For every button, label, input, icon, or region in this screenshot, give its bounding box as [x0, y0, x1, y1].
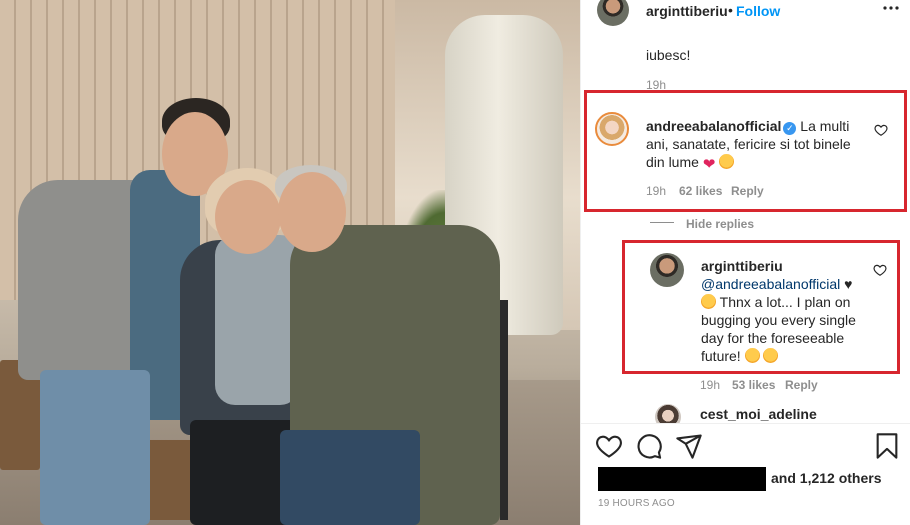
photo-umbrella-pole	[500, 300, 508, 520]
post-photo[interactable]	[0, 0, 580, 525]
header-avatar[interactable]	[597, 0, 629, 26]
comment-line-1: andreeabalanofficial ✓ La multi	[646, 117, 849, 135]
reply-text-3: bugging you every single	[701, 312, 856, 328]
hide-replies-line	[650, 222, 674, 223]
share-icon[interactable]	[675, 432, 703, 460]
actions-bar	[581, 424, 910, 472]
next-comment-username-wrap: cest_moi_adeline	[700, 405, 817, 423]
reply-text-4: day for the foreseeable	[701, 330, 845, 346]
reply-text-5: future!	[701, 348, 741, 364]
comment-likes[interactable]: 62 likes	[679, 184, 722, 198]
comment-avatar[interactable]	[595, 112, 629, 146]
reply-text-2: Thnx a lot... I plan on	[719, 294, 851, 310]
reply-line-1: @andreeabalanofficial ♥	[701, 275, 852, 293]
comment-icon[interactable]	[635, 432, 663, 460]
comment-like-heart-icon[interactable]	[874, 123, 888, 137]
reply-reply-button[interactable]: Reply	[785, 378, 818, 392]
likes-others[interactable]: and 1,212 others	[771, 470, 882, 486]
verified-icon: ✓	[783, 122, 797, 135]
comment-text-3: din lume	[646, 154, 699, 170]
heart-emoji: ❤	[702, 156, 716, 173]
comment-username[interactable]: andreeabalanofficial	[646, 118, 781, 134]
kiss-emoji	[719, 154, 735, 169]
comments-panel: arginttiberiu • Follow iubesc! 19h andre…	[580, 0, 910, 525]
heart-icon[interactable]	[595, 432, 623, 460]
tongue-emoji	[744, 348, 760, 363]
comment-line-3: din lume ❤	[646, 153, 735, 173]
reply-avatar[interactable]	[650, 253, 684, 287]
follow-separator: •	[728, 2, 733, 18]
kiss-emoji	[701, 294, 716, 309]
comment-text-2: ani, sanatate, fericire si tot binele	[646, 136, 851, 152]
reply-heart-glyph: ♥	[844, 276, 853, 292]
bookmark-icon[interactable]	[873, 432, 901, 460]
reply-line-5: future!	[701, 347, 779, 365]
follow-button[interactable]: Follow	[736, 3, 780, 19]
reply-line-2: Thnx a lot... I plan on	[701, 293, 850, 311]
comment-time[interactable]: 19h	[646, 184, 666, 198]
comment-text-1: La multi	[800, 118, 850, 134]
hide-replies-button[interactable]: Hide replies	[686, 217, 754, 231]
comment-reply-button[interactable]: Reply	[731, 184, 764, 198]
reply-time[interactable]: 19h	[700, 378, 720, 392]
reply-username: arginttiberiu	[701, 257, 783, 275]
reply-mention[interactable]: @andreeabalanofficial	[701, 276, 840, 292]
reply-likes[interactable]: 53 likes	[732, 378, 775, 392]
post-header: arginttiberiu • Follow	[581, 0, 910, 26]
post-timestamp[interactable]: 19 HOURS AGO	[598, 498, 675, 509]
reply-like-heart-icon[interactable]	[873, 263, 887, 277]
next-comment-username[interactable]: cest_moi_adeline	[700, 406, 817, 422]
redacted-liker-name	[598, 467, 766, 491]
kiss-emoji	[763, 348, 779, 363]
previous-comment-text: iubesc!	[646, 47, 691, 63]
more-icon[interactable]	[883, 5, 899, 11]
header-username[interactable]: arginttiberiu	[646, 3, 728, 19]
reply-username-link[interactable]: arginttiberiu	[701, 258, 783, 274]
